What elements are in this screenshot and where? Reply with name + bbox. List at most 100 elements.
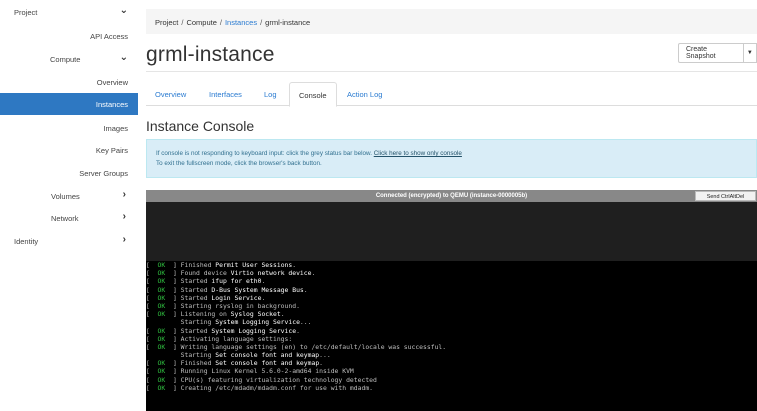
console-line-tail: .	[261, 277, 266, 286]
console-line-highlight: D-Bus System Message Bus	[211, 285, 304, 294]
console-line-tail: .	[311, 269, 316, 278]
sidebar-item-identity[interactable]: Identity ›	[0, 230, 138, 252]
vnc-console[interactable]: Connected (encrypted) to QEMU (instance-…	[146, 190, 757, 411]
page-title: grml-instance	[146, 43, 275, 66]
console-output: [ OK ] Finished Permit User Sessions.[ O…	[146, 261, 757, 392]
sidebar-item-overview[interactable]: Overview	[0, 71, 138, 93]
sidebar-item-label: Instances	[95, 100, 128, 109]
tab-console[interactable]: Console	[289, 82, 337, 107]
sidebar-item-server-groups[interactable]: Server Groups	[0, 162, 138, 184]
console-line: [ OK ] Started System Logging Service.	[146, 326, 300, 335]
sidebar-item-label: Server Groups	[79, 169, 128, 178]
console-line-text: Started	[180, 326, 212, 335]
console-line-tail: ...	[299, 318, 312, 327]
breadcrumb-current: grml-instance	[265, 18, 311, 27]
sidebar-item-network[interactable]: Network ›	[0, 207, 138, 229]
console-status-text: Connected (encrypted) to QEMU (instance-…	[375, 193, 528, 199]
console-line-text: Activating language settings:	[180, 334, 293, 343]
console-line: [ OK ] Finished Permit User Sessions.	[146, 261, 297, 269]
console-line: [ OK ] Starting rsyslog in background.	[146, 301, 300, 310]
console-line-text: Started	[180, 285, 212, 294]
console-line: [ OK ] Started D-Bus System Message Bus.	[146, 285, 308, 294]
console-line-text: Running Linux Kernel 5.6.0-2-amd64 insid…	[180, 367, 354, 376]
console-line: [ OK ] Running Linux Kernel 5.6.0-2-amd6…	[146, 367, 354, 376]
sidebar-item-label: Project	[14, 8, 38, 17]
console-line-text: Creating /etc/mdadm/mdadm.conf for use w…	[180, 383, 374, 392]
console-line-highlight: System Logging Service	[211, 326, 297, 335]
console-line-highlight: Set console font and keymap	[215, 351, 320, 360]
console-line-tail: .	[261, 293, 266, 302]
snapshot-button-group: Create Snapshot ▼	[678, 43, 757, 63]
console-line: [ OK ] Finished Set console font and key…	[146, 359, 324, 368]
console-line-highlight: System Logging Service	[215, 318, 300, 327]
console-line-tail: .	[296, 326, 300, 335]
console-line-text: Started	[180, 277, 212, 286]
console-line-tail: .	[319, 359, 324, 368]
chevron-down-icon: ⌄	[119, 5, 128, 16]
console-line-tail: .	[292, 261, 297, 269]
sidebar-item-volumes[interactable]: Volumes ›	[0, 185, 138, 207]
sidebar-item-label: API Access	[90, 32, 128, 41]
sidebar-item-compute[interactable]: Compute ⌄	[0, 48, 138, 70]
console-line-text: Found device	[180, 269, 231, 278]
sidebar-item-key-pairs[interactable]: Key Pairs	[0, 139, 138, 161]
console-line-highlight: ifup for eth0	[211, 277, 262, 286]
caret-down-icon[interactable]: ▼	[743, 43, 757, 63]
console-line-text: CPU(s) featuring virtualization technolo…	[180, 375, 377, 384]
console-blank-area	[146, 202, 757, 261]
console-line-text: Listening on	[180, 310, 231, 319]
console-line: [ OK ] Found device Virtio network devic…	[146, 269, 316, 278]
breadcrumb-separator: /	[219, 18, 222, 27]
info-text: If console is not responding to keyboard…	[156, 150, 372, 157]
sidebar-item-label: Identity	[14, 237, 39, 246]
console-line: Starting System Logging Service...	[146, 318, 757, 326]
sidebar-item-project[interactable]: Project ⌄	[0, 2, 138, 24]
show-only-console-link[interactable]: Click here to show only console	[374, 150, 462, 157]
send-ctrl-alt-del-button[interactable]: Send CtrlAltDel	[695, 191, 756, 201]
sidebar-item-label: Network	[51, 214, 79, 223]
breadcrumb: Project / Compute / Instances / grml-instance	[146, 9, 757, 34]
tab-interfaces[interactable]: Interfaces	[209, 82, 242, 106]
console-line-text: Started	[180, 293, 212, 302]
chevron-right-icon: ›	[122, 234, 126, 245]
console-line-tail: .	[303, 285, 308, 294]
tab-overview[interactable]: Overview	[155, 82, 186, 106]
info-line-1: If console is not responding to keyboard…	[156, 149, 756, 159]
console-line-tail: .	[280, 310, 285, 319]
chevron-right-icon: ›	[122, 189, 126, 200]
console-line-text: Finished	[180, 359, 216, 368]
console-line: [ OK ] Started Login Service.	[146, 293, 266, 302]
sidebar-item-label: Key Pairs	[95, 146, 128, 155]
sidebar-item-label: Overview	[96, 78, 128, 87]
sidebar: Project ⌄ API Access Compute ⌄ Overview …	[0, 0, 138, 411]
sidebar-item-instances[interactable]: Instances	[0, 93, 138, 115]
sidebar-item-label: Compute	[50, 55, 81, 64]
console-line-text: Starting	[146, 318, 216, 327]
section-title: Instance Console	[146, 118, 255, 134]
console-line: Starting Set console font and keymap...	[146, 351, 757, 359]
console-line: [ OK ] Writing language settings (en) to…	[146, 342, 447, 351]
console-line: [ OK ] Listening on Syslog Socket.	[146, 310, 285, 319]
info-line-2: To exit the fullscreen mode, click the b…	[156, 160, 322, 167]
sidebar-item-api-access[interactable]: API Access	[0, 25, 138, 47]
tab-log[interactable]: Log	[264, 82, 277, 106]
breadcrumb-compute: Compute	[186, 18, 217, 27]
console-status-bar[interactable]: Connected (encrypted) to QEMU (instance-…	[146, 190, 757, 202]
console-line-highlight: Permit User Sessions	[215, 261, 293, 269]
sidebar-item-images[interactable]: Images	[0, 117, 138, 139]
tab-bar: Overview Interfaces Log Console Action L…	[146, 82, 757, 107]
breadcrumb-project: Project	[155, 18, 179, 27]
console-line-text: Writing language settings (en) to /etc/d…	[180, 342, 447, 351]
chevron-down-icon: ⌄	[119, 52, 128, 63]
create-snapshot-button[interactable]: Create Snapshot	[678, 43, 744, 63]
console-line: [ OK ] Creating /etc/mdadm/mdadm.conf fo…	[146, 383, 374, 392]
console-line-highlight: Syslog Socket	[230, 310, 281, 319]
console-line-text: Starting	[146, 351, 216, 360]
console-line: [ OK ] CPU(s) featuring virtualization t…	[146, 375, 377, 384]
sidebar-item-label: Images	[103, 124, 128, 133]
info-alert: If console is not responding to keyboard…	[146, 139, 757, 178]
chevron-right-icon: ›	[122, 211, 126, 222]
console-line-highlight: Login Service	[211, 293, 262, 302]
tab-action-log[interactable]: Action Log	[347, 82, 382, 106]
breadcrumb-instances-link[interactable]: Instances	[225, 18, 257, 27]
